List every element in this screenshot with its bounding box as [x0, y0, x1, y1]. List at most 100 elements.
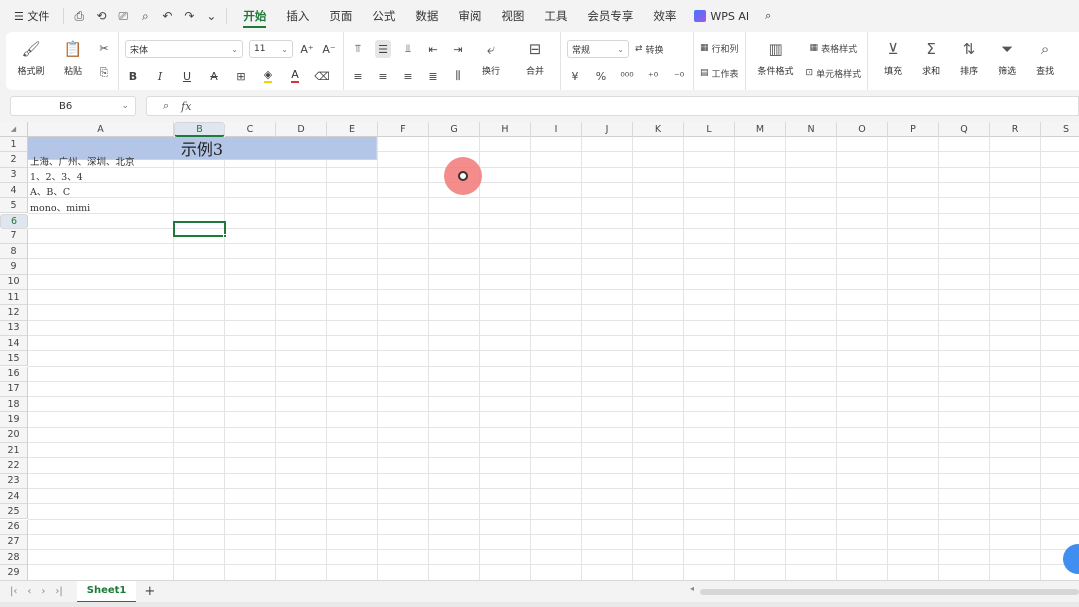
justify-icon[interactable]: ≣	[425, 67, 441, 85]
column-header-L[interactable]: L	[684, 122, 735, 137]
sheet-tab-sheet1[interactable]: Sheet1	[76, 580, 137, 603]
column-header-H[interactable]: H	[480, 122, 531, 137]
column-header-C[interactable]: C	[225, 122, 276, 137]
row-header-17[interactable]: 17	[0, 381, 28, 398]
worksheet-button[interactable]: ▤ 工作表	[700, 64, 739, 82]
column-header-E[interactable]: E	[327, 122, 378, 137]
decrease-decimal-icon[interactable]: ⁻⁰	[671, 67, 687, 85]
column-header-Q[interactable]: Q	[939, 122, 990, 137]
italic-button[interactable]: I	[152, 67, 168, 85]
row-header-18[interactable]: 18	[0, 397, 28, 413]
sheet-nav-2-icon[interactable]: ›	[41, 586, 45, 597]
align-middle-icon[interactable]: ☰	[375, 40, 391, 58]
rows-cols-button[interactable]: ▦ 行和列	[700, 39, 739, 57]
wps-ai-button[interactable]: WPS AI	[686, 10, 757, 23]
row-header-20[interactable]: 20	[0, 427, 28, 443]
align-center-icon[interactable]: ≡	[375, 67, 391, 85]
row-header-21[interactable]: 21	[0, 443, 28, 459]
cell-A4[interactable]: A、B、C	[30, 184, 70, 199]
row-header-13[interactable]: 13	[0, 320, 28, 336]
row-header-29[interactable]: 29	[0, 565, 28, 580]
horizontal-scrollbar[interactable]	[700, 589, 1079, 595]
preview-icon[interactable]: ⌕	[138, 9, 152, 24]
tab-3[interactable]: 公式	[362, 0, 405, 32]
scroll-left-icon[interactable]: ◂	[690, 584, 694, 593]
row-header-5[interactable]: 5	[0, 198, 28, 214]
column-header-D[interactable]: D	[276, 122, 327, 137]
tab-6[interactable]: 视图	[491, 0, 534, 32]
fill-handle[interactable]	[223, 233, 227, 238]
table-style-button[interactable]: ▦ 表格样式	[806, 39, 862, 57]
align-top-icon[interactable]: ⫪	[350, 40, 366, 58]
align-right-icon[interactable]: ≡	[400, 67, 416, 85]
more-icon[interactable]: ⌄	[204, 9, 218, 23]
find-button[interactable]: ⌕ 查找	[1026, 36, 1064, 86]
print-icon[interactable]: ⎚	[116, 9, 130, 24]
row-header-6[interactable]: 6	[0, 213, 28, 229]
font-color-icon[interactable]: A	[287, 67, 303, 85]
border-icon[interactable]: ⊞	[233, 67, 249, 85]
column-header-I[interactable]: I	[531, 122, 582, 137]
column-header-R[interactable]: R	[990, 122, 1041, 137]
search-icon[interactable]: ⌕	[757, 0, 779, 32]
font-name-select[interactable]: 宋体 ⌄	[125, 40, 243, 58]
conditional-format-button[interactable]: ▥ 条件格式	[752, 36, 800, 86]
column-header-B[interactable]: B	[174, 122, 225, 137]
cell-A2[interactable]: 上海、广州、深圳、北京	[30, 153, 135, 168]
tab-7[interactable]: 工具	[534, 0, 577, 32]
tab-8[interactable]: 会员专享	[577, 0, 643, 32]
row-header-8[interactable]: 8	[0, 244, 28, 260]
sheet-nav-3-icon[interactable]: ›|	[55, 586, 62, 597]
row-header-26[interactable]: 26	[0, 519, 28, 535]
row-header-2[interactable]: 2	[0, 152, 28, 168]
tab-4[interactable]: 数据	[405, 0, 448, 32]
convert-button[interactable]: ⇄ 转换	[635, 40, 664, 58]
indent-increase-icon[interactable]: ⇥	[450, 40, 466, 58]
cell-A5[interactable]: mono、mimi	[30, 199, 90, 214]
column-header-A[interactable]: A	[28, 122, 174, 137]
shrink-font-button[interactable]: A⁻	[321, 40, 337, 58]
row-header-4[interactable]: 4	[0, 182, 28, 199]
distributed-icon[interactable]: ⫼	[450, 67, 466, 85]
filter-button[interactable]: ⏷ 筛选	[988, 36, 1026, 86]
wrap-text-button[interactable]: ⤶ 换行	[472, 36, 510, 86]
row-header-15[interactable]: 15	[0, 351, 28, 367]
sort-button[interactable]: ⇅ 排序	[950, 36, 988, 86]
currency-button[interactable]: ¥	[567, 67, 583, 85]
align-left-icon[interactable]: ≡	[350, 67, 366, 85]
row-header-7[interactable]: 7	[0, 228, 28, 245]
zoom-icon[interactable]: ⌕	[163, 99, 169, 113]
row-header-10[interactable]: 10	[0, 274, 28, 290]
row-header-3[interactable]: 3	[0, 167, 28, 183]
column-header-K[interactable]: K	[633, 122, 684, 137]
row-header-9[interactable]: 9	[0, 259, 28, 275]
tab-0[interactable]: 开始	[233, 0, 276, 32]
selected-cell[interactable]	[173, 220, 227, 238]
undo-icon[interactable]: ↶	[160, 9, 174, 23]
format-painter-button[interactable]: 🖌 格式刷	[12, 36, 50, 86]
fx-icon[interactable]: fx	[181, 100, 191, 113]
row-header-19[interactable]: 19	[0, 412, 28, 428]
fill-color-icon[interactable]: ◈	[260, 67, 276, 85]
row-header-11[interactable]: 11	[0, 290, 28, 306]
column-header-M[interactable]: M	[735, 122, 786, 137]
tab-1[interactable]: 插入	[276, 0, 319, 32]
column-header-J[interactable]: J	[582, 122, 633, 137]
tab-9[interactable]: 效率	[643, 0, 686, 32]
save-icon[interactable]: ⎙	[72, 9, 86, 24]
underline-button[interactable]: U	[179, 67, 195, 85]
name-box[interactable]: B6 ⌄	[10, 96, 136, 116]
column-header-S[interactable]: S	[1041, 122, 1079, 137]
sum-button[interactable]: Σ 求和	[912, 36, 950, 86]
sheet-nav-0-icon[interactable]: |‹	[10, 586, 17, 597]
select-all-corner[interactable]: ◢	[0, 122, 28, 137]
row-header-22[interactable]: 22	[0, 458, 28, 474]
row-header-16[interactable]: 16	[0, 366, 28, 382]
grow-font-button[interactable]: A⁺	[299, 40, 315, 58]
strikethrough-button[interactable]: A	[206, 67, 222, 85]
column-header-O[interactable]: O	[837, 122, 888, 137]
clear-format-icon[interactable]: ⌫	[314, 67, 330, 85]
thousands-icon[interactable]: ⁰⁰⁰	[619, 67, 635, 85]
sheet-nav-1-icon[interactable]: ‹	[27, 586, 31, 597]
copy-icon[interactable]: ⎘	[96, 64, 112, 82]
